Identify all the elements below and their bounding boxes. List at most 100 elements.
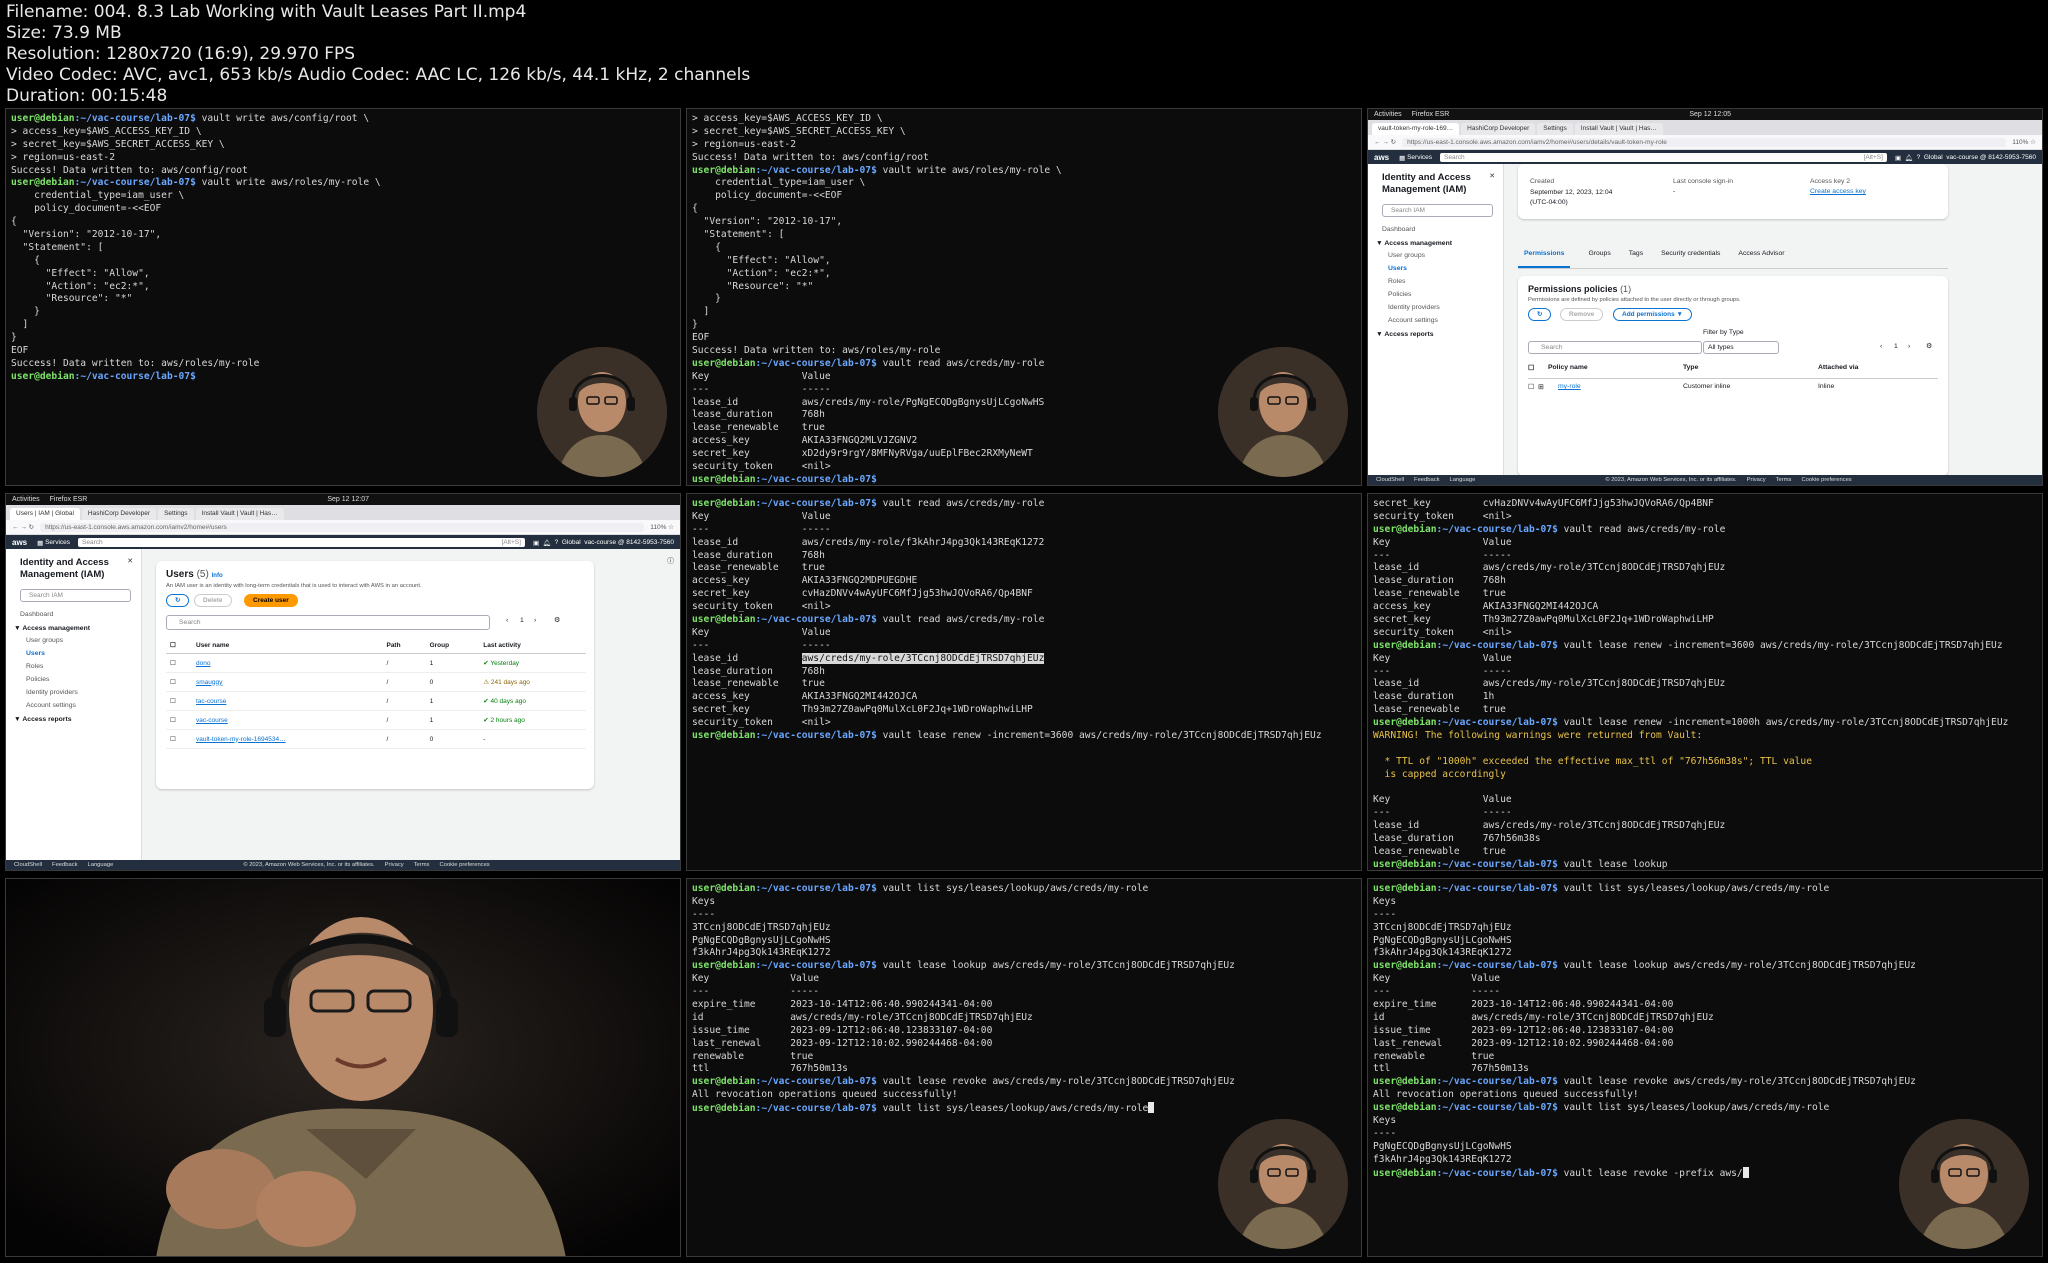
add-permissions-button[interactable]: Add permissions ▼ — [1613, 308, 1692, 321]
col-path[interactable]: Path — [382, 637, 426, 654]
browser-tab[interactable]: Install Vault | Vault | Has… — [195, 508, 284, 520]
browser-tab[interactable]: HashiCorp Developer — [1461, 123, 1536, 135]
filter-type-select[interactable]: All types — [1703, 341, 1779, 354]
region-selector[interactable]: Global — [1924, 154, 1943, 161]
user-name-link-text[interactable]: smauggy — [196, 679, 222, 686]
back-icon[interactable]: ← — [1374, 139, 1381, 146]
terminal-tile-1[interactable]: user@debian:~/vac-course/lab-07$ vault w… — [5, 108, 681, 486]
sidebar-item-dashboard[interactable]: Dashboard — [1368, 223, 1503, 236]
row-checkbox[interactable]: ☐ — [166, 653, 192, 673]
pagination-prev-icon[interactable]: ‹ — [1880, 343, 1882, 350]
remove-button[interactable]: Remove — [1560, 308, 1604, 321]
terms-link[interactable]: Terms — [414, 860, 430, 870]
sidebar-item-roles[interactable]: Roles — [1368, 275, 1503, 288]
bookmark-star-icon[interactable]: ☆ — [2030, 138, 2036, 146]
col-group[interactable]: Group — [425, 637, 480, 654]
user-name-link-text[interactable]: tac-course — [196, 698, 226, 705]
info-link[interactable]: Info — [212, 573, 223, 579]
user-name-link[interactable]: smauggy — [192, 672, 383, 692]
sidebar-item-policies[interactable]: Policies — [6, 673, 141, 686]
browser-tab[interactable]: HashiCorp Developer — [81, 508, 157, 520]
help-icon[interactable]: ? — [1917, 154, 1921, 161]
url-input[interactable]: https://us-east-1.console.aws.amazon.com… — [40, 522, 645, 532]
feedback-link[interactable]: Feedback — [52, 860, 77, 870]
account-menu[interactable]: vac-course @ 8142-5953-7560 — [584, 539, 674, 546]
sidebar-item-user-groups[interactable]: User groups — [6, 634, 141, 647]
expand-icon[interactable]: ⊞ — [1538, 383, 1544, 391]
cookie-link[interactable]: Cookie preferences — [439, 860, 489, 870]
zoom-level[interactable]: 110% — [2012, 139, 2028, 146]
terminal-tile-4[interactable]: user@debian:~/vac-course/lab-07$ vault r… — [686, 493, 1362, 871]
aws-search-input[interactable]: Search [Alt+S] — [1440, 153, 1887, 162]
services-grid-icon[interactable]: ▦ — [37, 539, 43, 547]
delete-button[interactable]: Delete — [194, 594, 232, 607]
privacy-link[interactable]: Privacy — [385, 860, 404, 870]
col-attached-via[interactable]: Attached via — [1818, 364, 1858, 371]
browser-tab[interactable]: Settings — [1537, 123, 1573, 135]
table-row[interactable]: ☐ vac-course / 1 ✔ 2 hours ago — [166, 710, 586, 730]
sidebar-section-access-reports[interactable]: ▼ Access reports — [1368, 327, 1503, 340]
help-icon[interactable]: ? — [555, 539, 559, 546]
sidebar-item-identity-providers[interactable]: Identity providers — [6, 686, 141, 699]
language-link[interactable]: Language — [1450, 475, 1476, 485]
table-row[interactable]: ☐ dono / 1 ✔ Yesterday — [166, 653, 586, 673]
sidebar-item-account-settings[interactable]: Account settings — [6, 699, 141, 712]
row-checkbox[interactable]: ☐ — [166, 729, 192, 749]
services-grid-icon[interactable]: ▦ — [1399, 154, 1405, 162]
zoom-level[interactable]: 110% — [650, 524, 666, 531]
row-checkbox[interactable]: ☐ — [1528, 383, 1534, 391]
aws-search-input[interactable]: Search [Alt+S] — [78, 538, 525, 547]
cloudshell-link[interactable]: CloudShell — [1376, 475, 1404, 485]
browser-tab[interactable]: vault-token-my-role-169… — [1372, 123, 1460, 135]
url-input[interactable]: https://us-east-1.console.aws.amazon.com… — [1402, 137, 2007, 147]
col-user-name[interactable]: User name — [192, 637, 383, 654]
browser-tile-users-list[interactable]: Activities Firefox ESR Sep 12 12:07 User… — [5, 493, 681, 871]
bell-icon[interactable]: 🔔︎ — [543, 539, 551, 547]
cloudshell-link[interactable]: CloudShell — [14, 860, 42, 870]
col-type[interactable]: Type — [1683, 364, 1698, 371]
settings-gear-icon[interactable]: ⚙ — [1926, 342, 1932, 350]
close-icon[interactable]: ✕ — [1489, 172, 1495, 180]
cookie-link[interactable]: Cookie preferences — [1801, 475, 1851, 485]
cloudshell-icon[interactable]: ▣ — [1895, 154, 1901, 162]
activities-button[interactable]: Activities — [1374, 109, 1402, 120]
user-name-link-text[interactable]: vac-course — [196, 717, 228, 724]
selected-lease-id[interactable]: aws/creds/my-role/3TCcnj8ODCdEjTRSD7qhjE… — [801, 652, 1045, 664]
users-search-input[interactable]: Search — [166, 615, 490, 630]
policy-search-input[interactable]: Search — [1528, 341, 1702, 354]
terminal-tile-8[interactable]: user@debian:~/vac-course/lab-07$ vault l… — [1367, 878, 2043, 1257]
sidebar-search-input[interactable]: Search IAM — [1382, 204, 1493, 217]
table-row[interactable]: ☐ tac-course / 1 ✔ 40 days ago — [166, 691, 586, 711]
user-name-link[interactable]: tac-course — [192, 691, 383, 711]
back-icon[interactable]: ← — [12, 524, 19, 531]
terms-link[interactable]: Terms — [1776, 475, 1792, 485]
feedback-link[interactable]: Feedback — [1414, 475, 1439, 485]
tab-permissions[interactable]: Permissions — [1518, 250, 1571, 268]
forward-icon[interactable]: → — [1382, 139, 1389, 146]
sidebar-item-users[interactable]: Users — [6, 647, 141, 660]
tab-security-credentials[interactable]: Security credentials — [1661, 250, 1720, 268]
close-icon[interactable]: ✕ — [127, 557, 133, 565]
create-access-key-link[interactable]: Create access key — [1810, 188, 1866, 195]
sidebar-item-account-settings[interactable]: Account settings — [1368, 314, 1503, 327]
privacy-link[interactable]: Privacy — [1747, 475, 1766, 485]
create-user-button[interactable]: Create user — [244, 594, 298, 607]
sidebar-section-access-management[interactable]: ▼ Access management — [1368, 236, 1503, 249]
aws-logo[interactable]: aws — [1374, 153, 1389, 162]
sidebar-item-policies[interactable]: Policies — [1368, 288, 1503, 301]
reload-icon[interactable]: ↻ — [29, 523, 34, 531]
user-name-link[interactable]: dono — [192, 653, 383, 673]
terminal-tile-2[interactable]: > access_key=$AWS_ACCESS_KEY_ID \ > secre… — [686, 108, 1362, 486]
language-link[interactable]: Language — [88, 860, 114, 870]
sidebar-section-access-reports[interactable]: ▼ Access reports — [6, 712, 141, 725]
terminal-tile-5[interactable]: secret_key cvHazDNVv4wAyUFC6MfJjg53hwJQV… — [1367, 493, 2043, 871]
pagination-prev-icon[interactable]: ‹ — [506, 617, 508, 624]
table-row[interactable]: ☐ smauggy / 0 ⚠ 241 days ago — [166, 672, 586, 692]
sidebar-item-user-groups[interactable]: User groups — [1368, 249, 1503, 262]
bell-icon[interactable]: 🔔︎ — [1905, 154, 1913, 162]
bookmark-star-icon[interactable]: ☆ — [668, 523, 674, 531]
sidebar-section-access-management[interactable]: ▼ Access management — [6, 621, 141, 634]
aws-logo[interactable]: aws — [12, 538, 27, 547]
row-checkbox[interactable]: ☐ — [166, 672, 192, 692]
reload-icon[interactable]: ↻ — [1391, 138, 1396, 146]
